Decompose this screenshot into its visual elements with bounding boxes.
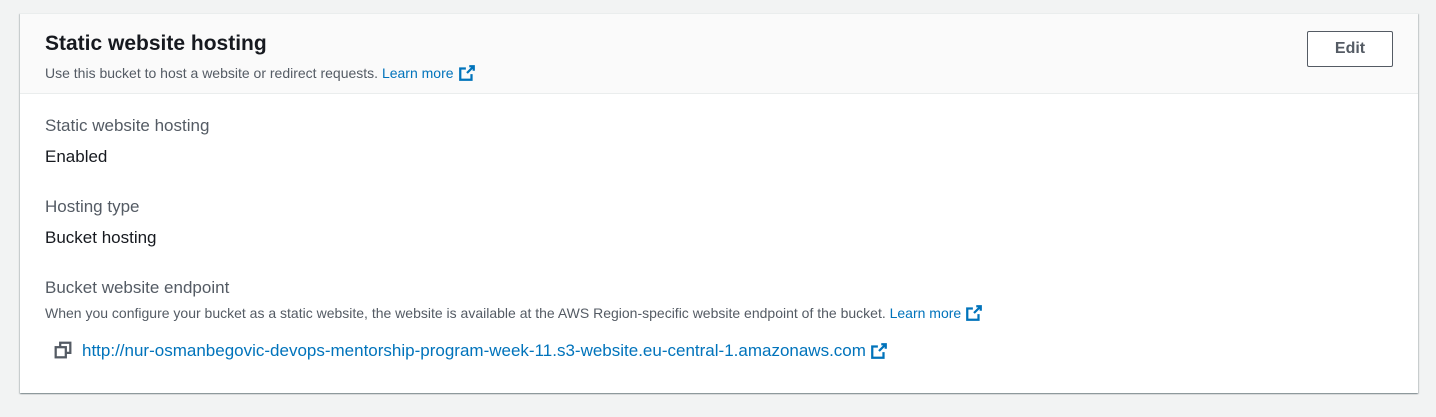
panel-title: Static website hosting [45, 32, 267, 55]
hosting-value: Enabled [45, 147, 108, 166]
endpoint-url-link[interactable]: http://nur-osmanbegovic-devops-mentorshi… [82, 341, 888, 360]
endpoint-url-row: http://nur-osmanbegovic-devops-mentorshi… [54, 340, 888, 362]
hosting-type-value: Bucket hosting [45, 228, 157, 247]
endpoint-url: http://nur-osmanbegovic-devops-mentorshi… [82, 341, 866, 360]
endpoint-description: When you configure your bucket as a stat… [45, 303, 983, 323]
panel-description-text: Use this bucket to host a website or red… [45, 65, 379, 81]
edit-button[interactable]: Edit [1307, 31, 1393, 67]
panel-description: Use this bucket to host a website or red… [45, 63, 476, 83]
external-link-icon [966, 305, 983, 321]
learn-more-label: Learn more [381, 65, 454, 81]
hosting-type-label: Hosting type [45, 197, 140, 216]
external-link-icon [871, 343, 887, 359]
static-website-hosting-panel: Static website hosting Use this bucket t… [20, 13, 1418, 393]
external-link-icon [458, 65, 475, 81]
hosting-label: Static website hosting [45, 116, 210, 135]
copy-icon[interactable] [54, 341, 72, 359]
endpoint-learn-more-link[interactable]: Learn more [890, 305, 984, 321]
endpoint-label: Bucket website endpoint [45, 278, 230, 297]
endpoint-learn-more-label: Learn more [889, 305, 962, 321]
endpoint-description-text: When you configure your bucket as a stat… [45, 305, 886, 321]
panel-header: Static website hosting Use this bucket t… [20, 14, 1418, 94]
learn-more-link[interactable]: Learn more [382, 65, 476, 81]
